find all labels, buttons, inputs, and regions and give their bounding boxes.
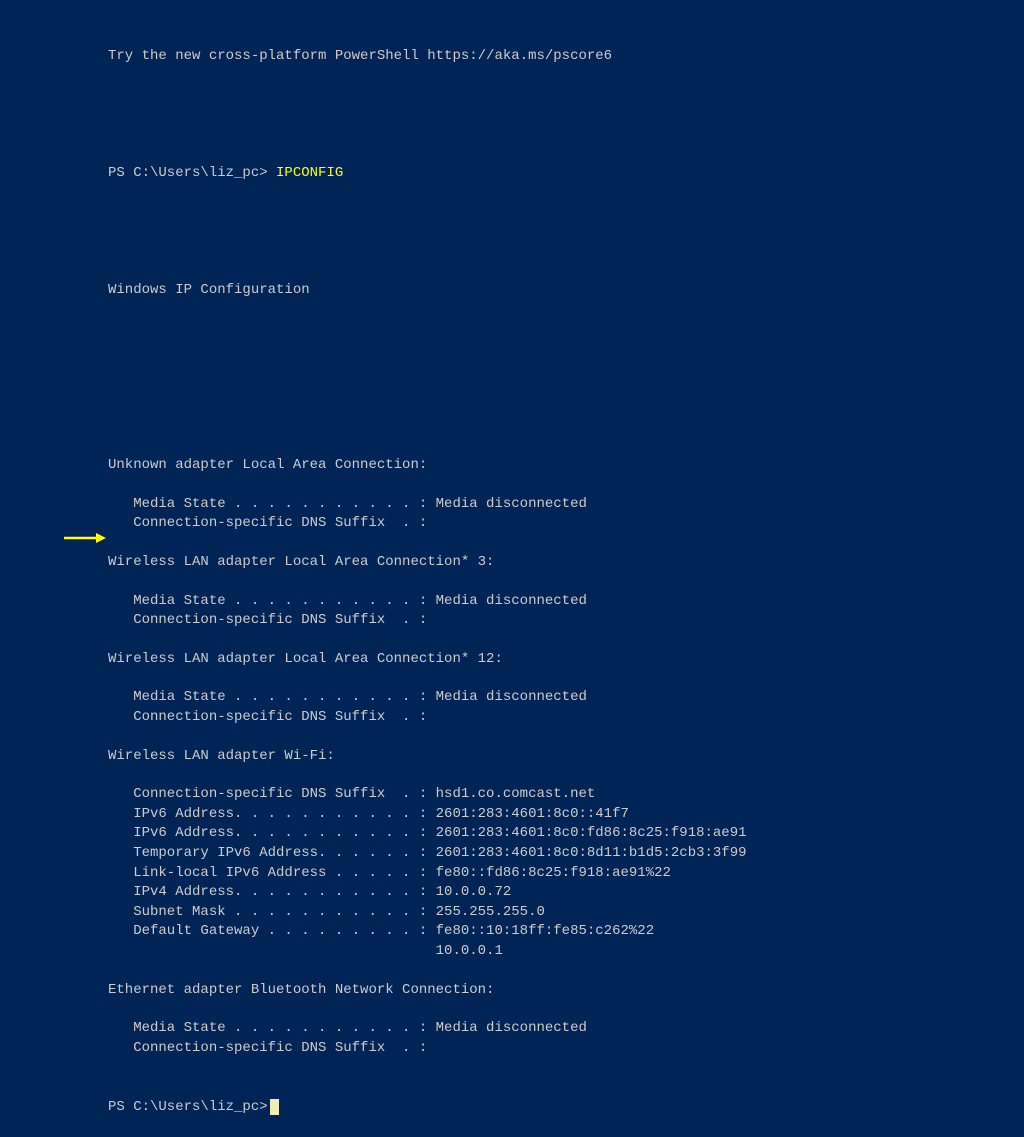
prompt-line-2[interactable]: PS C:\Users\liz_pc> [108, 1098, 1024, 1118]
output-row: Connection-specific DNS Suffix . : [108, 514, 1024, 534]
section-title: Wireless LAN adapter Local Area Connecti… [108, 553, 1024, 573]
blank-line [108, 669, 1024, 688]
blank-line [108, 534, 1024, 553]
output-row: Connection-specific DNS Suffix . : [108, 1039, 1024, 1059]
output-row: Connection-specific DNS Suffix . : [108, 708, 1024, 728]
section-title: Wireless LAN adapter Wi-Fi: [108, 747, 1024, 767]
output-row: Link-local IPv6 Address . . . . . : fe80… [108, 864, 1024, 884]
blank-line [108, 728, 1024, 747]
output-row: IPv6 Address. . . . . . . . . . . : 2601… [108, 805, 1024, 825]
blank-line [108, 476, 1024, 495]
blank-line [108, 340, 1024, 359]
prompt-line-1: PS C:\Users\liz_pc> IPCONFIG [108, 164, 1024, 184]
blank-line [108, 766, 1024, 785]
blank-line [108, 962, 1024, 981]
blank-line [108, 398, 1024, 417]
intro-line: Try the new cross-platform PowerShell ht… [108, 47, 1024, 67]
powershell-terminal[interactable]: Try the new cross-platform PowerShell ht… [0, 0, 1024, 1137]
output-row: Temporary IPv6 Address. . . . . . : 2601… [108, 844, 1024, 864]
section-title: Unknown adapter Local Area Connection: [108, 456, 1024, 476]
output-row: IPv6 Address. . . . . . . . . . . : 2601… [108, 824, 1024, 844]
blank-line [108, 573, 1024, 592]
blank-line [108, 1000, 1024, 1019]
output-row: Connection-specific DNS Suffix . : [108, 611, 1024, 631]
section-title: Ethernet adapter Bluetooth Network Conne… [108, 981, 1024, 1001]
output-header: Windows IP Configuration [108, 281, 1024, 301]
prompt-text: PS C:\Users\liz_pc> [108, 165, 276, 181]
highlight-arrow-icon [62, 531, 106, 545]
output-row: IPv4 Address. . . . . . . . . . . : 10.0… [108, 883, 1024, 903]
output-row: 10.0.0.1 [108, 942, 1024, 962]
output-row: Connection-specific DNS Suffix . : hsd1.… [108, 785, 1024, 805]
command-text: IPCONFIG [276, 165, 343, 181]
blank-line [108, 223, 1024, 242]
blank-line [108, 631, 1024, 650]
cursor-icon [270, 1099, 279, 1115]
section-title: Wireless LAN adapter Local Area Connecti… [108, 650, 1024, 670]
output-row: Media State . . . . . . . . . . . : Medi… [108, 495, 1024, 515]
output-row: Media State . . . . . . . . . . . : Medi… [108, 592, 1024, 612]
blank-line [108, 106, 1024, 125]
output-row: Media State . . . . . . . . . . . : Medi… [108, 688, 1024, 708]
output-row: Default Gateway . . . . . . . . . : fe80… [108, 922, 1024, 942]
prompt-text: PS C:\Users\liz_pc> [108, 1099, 268, 1115]
output-row: Subnet Mask . . . . . . . . . . . : 255.… [108, 903, 1024, 923]
output-row: Media State . . . . . . . . . . . : Medi… [108, 1019, 1024, 1039]
